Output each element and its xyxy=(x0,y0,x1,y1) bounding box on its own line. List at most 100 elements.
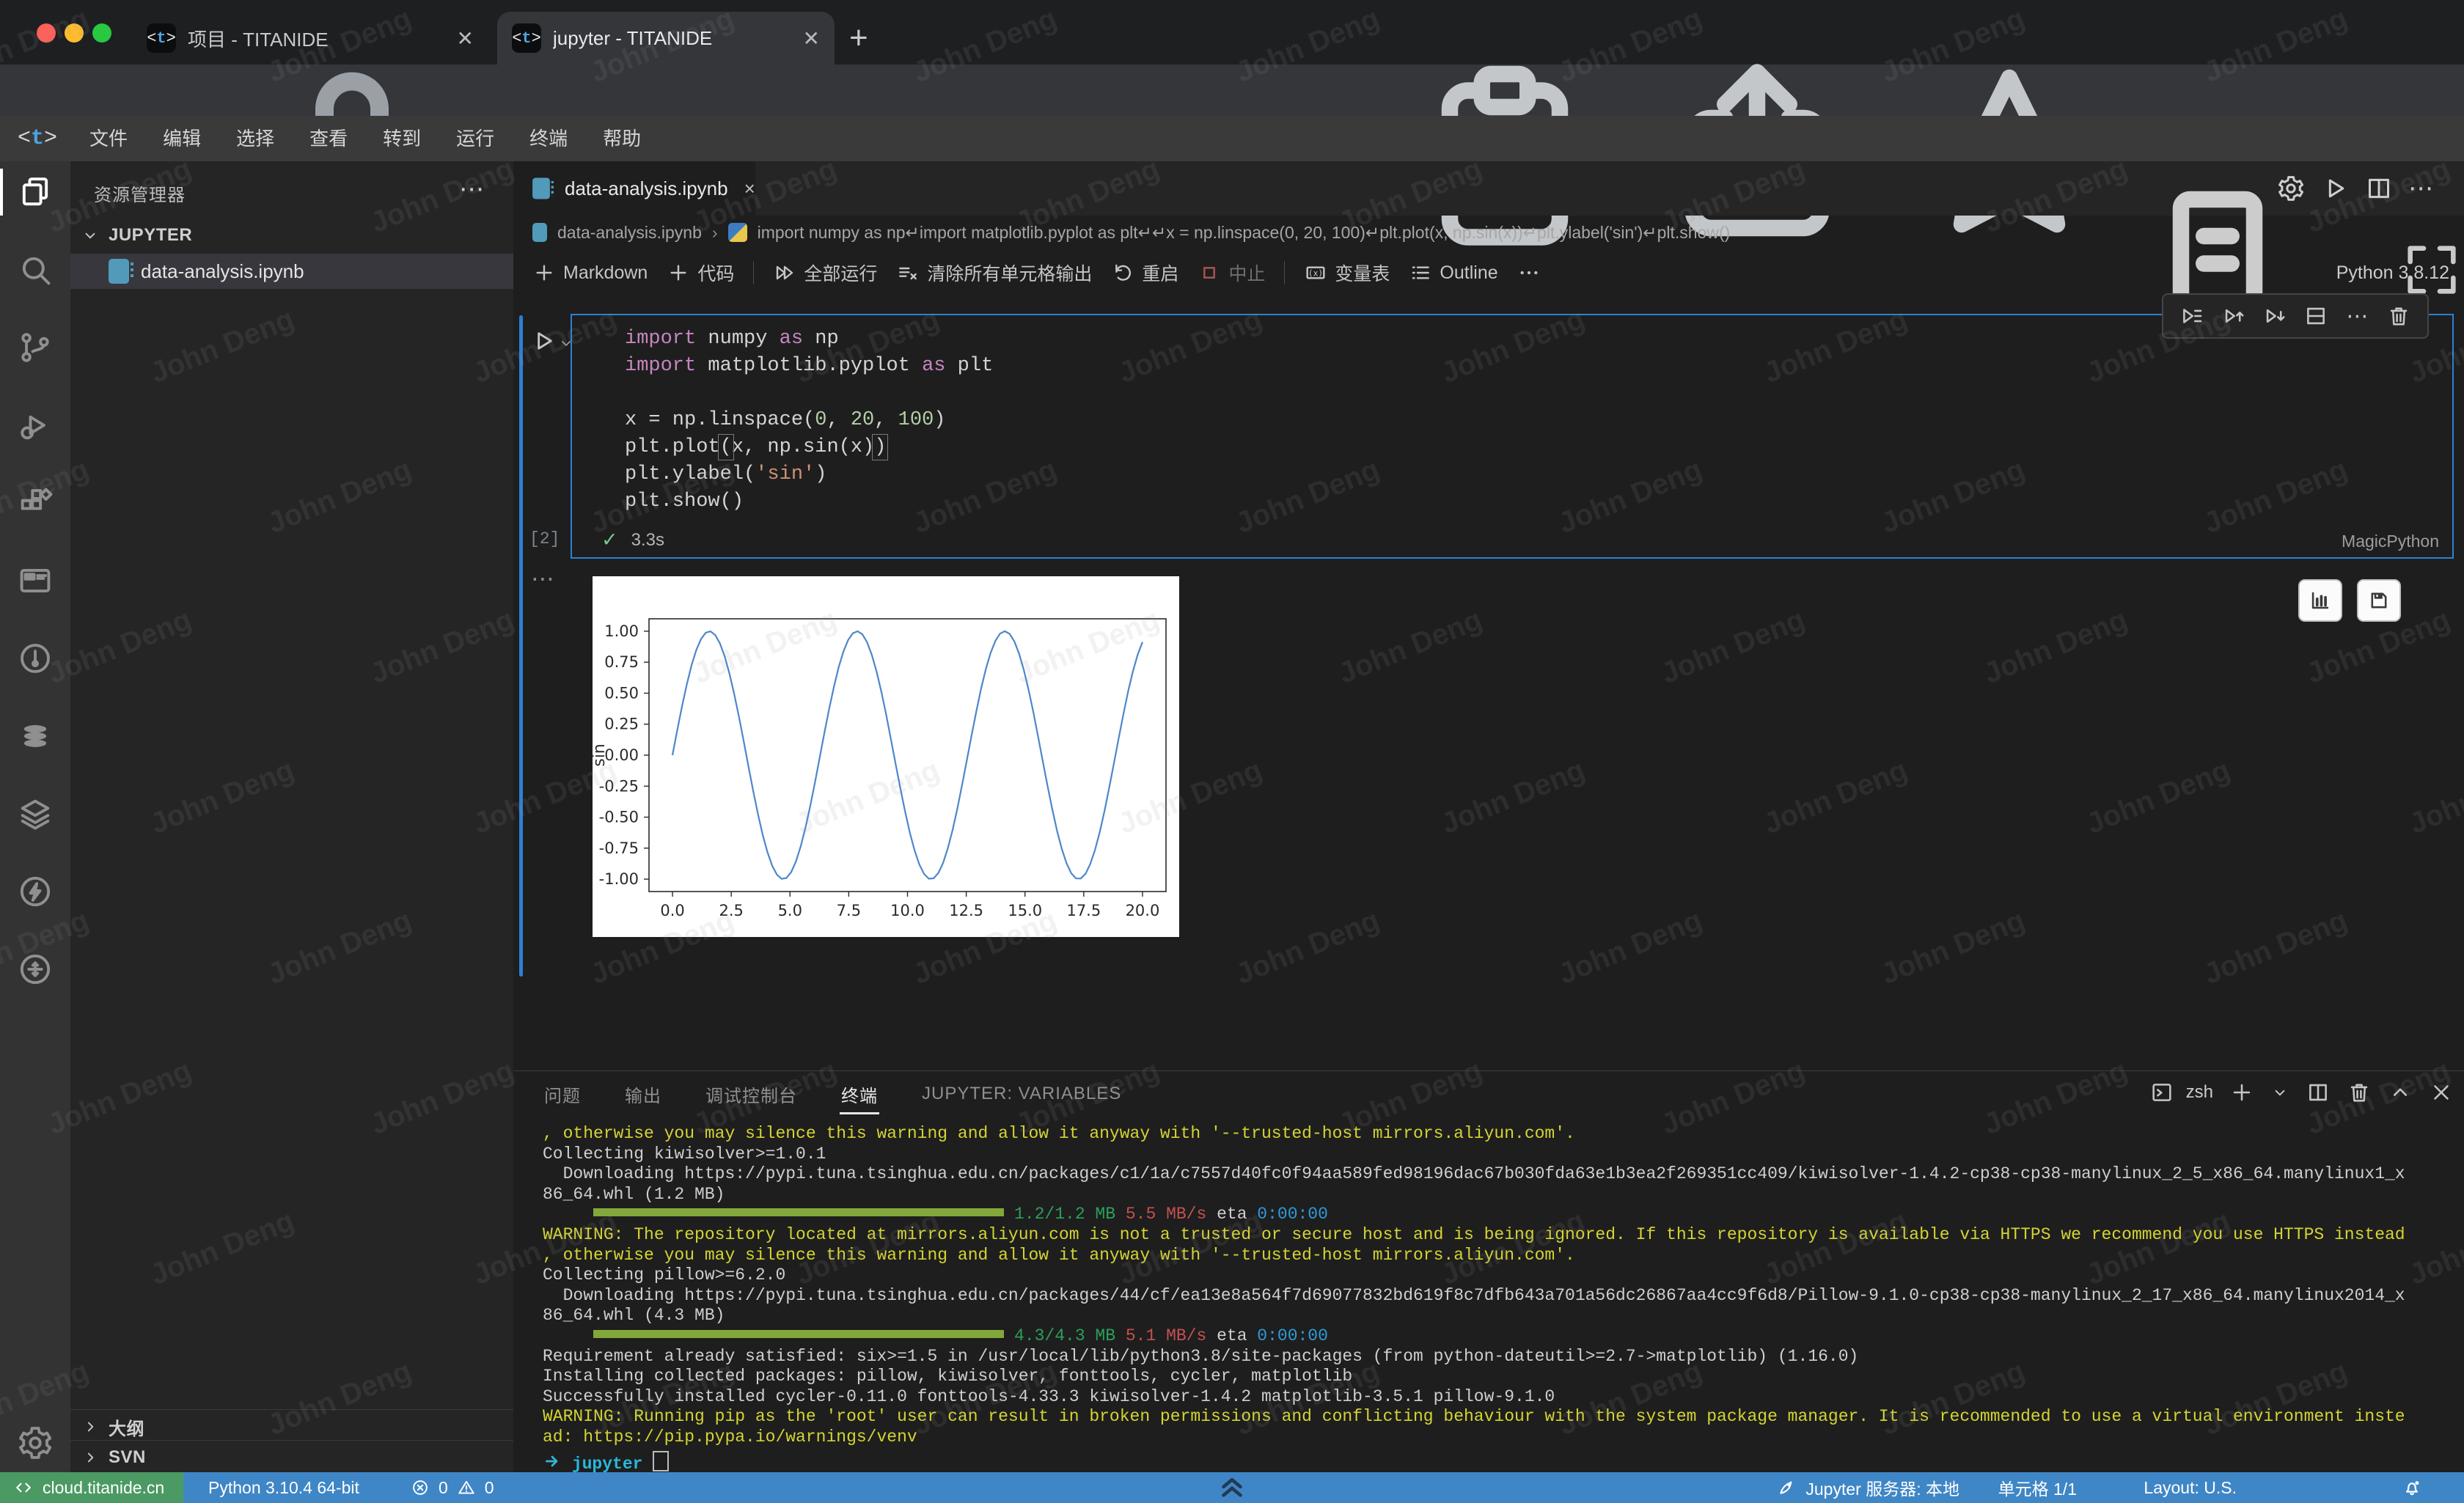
panel-tab[interactable]: JUPYTER: VARIABLES xyxy=(920,1073,1123,1114)
prompt-arrow-icon xyxy=(543,1452,562,1471)
maximize-panel-icon[interactable] xyxy=(2388,1080,2413,1105)
output-more-icon[interactable]: ⋯ xyxy=(531,565,556,592)
panel-tab[interactable]: 终端 xyxy=(840,1071,879,1117)
chevron-right-icon xyxy=(81,1448,100,1467)
tree-item-notebook[interactable]: data-analysis.ipynb xyxy=(70,254,513,289)
toolbar-变量表[interactable]: (x)变量表 xyxy=(1304,260,1390,286)
toolbar-中止[interactable]: 中止 xyxy=(1198,260,1265,286)
problems-indicator[interactable]: 0 0 xyxy=(411,1472,494,1503)
code-line: plt.plot(x, np.sin(x)) xyxy=(625,434,993,461)
code-cell[interactable]: import numpy as npimport matplotlib.pypl… xyxy=(571,314,2454,559)
run-above-icon[interactable] xyxy=(2221,304,2246,328)
section-svn[interactable]: SVN xyxy=(70,1440,513,1474)
jupyter-server-indicator[interactable]: Jupyter 服务器: 本地 xyxy=(1776,1472,1959,1503)
site-favicon: <t> xyxy=(147,23,176,53)
toolbar-清除所有单元格输出[interactable]: 清除所有单元格输出 xyxy=(896,260,1092,286)
menu-item[interactable]: 帮助 xyxy=(585,116,659,161)
explorer-sidebar: 资源管理器 ⋯ JUPYTER data-analysis.ipynb 大纲 S… xyxy=(70,161,513,1472)
menu-item[interactable]: 运行 xyxy=(439,116,512,161)
activity-item-settings-icon[interactable] xyxy=(16,1424,54,1462)
activity-item-source-control-icon[interactable] xyxy=(16,328,54,367)
cell-position[interactable]: 单元格 1/1 xyxy=(1998,1472,2077,1503)
run-by-line-icon[interactable] xyxy=(2179,304,2204,328)
zoom-window-button[interactable] xyxy=(92,23,111,43)
activity-item-search-icon[interactable] xyxy=(16,251,54,289)
close-window-button[interactable] xyxy=(37,23,56,43)
notifications-bell[interactable] xyxy=(2401,1472,2423,1503)
activity-item-runner-icon[interactable] xyxy=(16,639,54,677)
bottom-panel: 问题输出调试控制台终端 JUPYTER: VARIABLES zsh , othe… xyxy=(513,1070,2464,1473)
toolbar-代码[interactable]: 代码 xyxy=(667,260,734,286)
menu-item[interactable]: 文件 xyxy=(72,116,145,161)
menu-item[interactable]: 查看 xyxy=(292,116,365,161)
menu-item[interactable]: 选择 xyxy=(219,116,292,161)
remote-indicator[interactable]: cloud.titanide.cn xyxy=(0,1472,183,1503)
cell-more-icon[interactable]: ⋯ xyxy=(2344,304,2369,328)
editor-tab-notebook[interactable]: data-analysis.ipynb × xyxy=(513,161,755,216)
panel-tab[interactable]: 调试控制台 xyxy=(704,1071,799,1117)
section-jupyter[interactable]: JUPYTER xyxy=(70,218,513,252)
activity-item-extensions-icon[interactable] xyxy=(16,484,54,522)
new-tab-button[interactable]: + xyxy=(849,22,868,54)
error-icon xyxy=(411,1478,430,1497)
browser-tab[interactable]: <t> jupyter - TITANIDE ✕ xyxy=(497,12,835,65)
close-tab-icon[interactable]: × xyxy=(744,177,755,200)
watermark: John Deng xyxy=(2405,754,2464,841)
menu-item[interactable]: 转到 xyxy=(365,116,439,161)
terminal-line: ad: https://pip.pypa.io/warnings/venv xyxy=(543,1427,2449,1448)
activity-item-layers-icon[interactable] xyxy=(16,795,54,833)
run-below-icon[interactable] xyxy=(2262,304,2287,328)
section-outline[interactable]: 大纲 xyxy=(70,1409,513,1444)
panel-tab[interactable]: 问题 xyxy=(543,1071,582,1117)
watermark: John Deng xyxy=(1657,603,1809,691)
close-tab-icon[interactable]: ✕ xyxy=(803,26,820,51)
activity-item-remote-hub-icon[interactable] xyxy=(16,950,54,988)
menu-item[interactable]: 编辑 xyxy=(145,116,219,161)
split-cell-icon[interactable] xyxy=(2303,304,2328,328)
collapse-chevrons-icon[interactable] xyxy=(1214,1468,1250,1502)
activity-item-database-icon[interactable] xyxy=(16,717,54,755)
shell-name[interactable]: zsh xyxy=(2186,1082,2213,1103)
cell-language[interactable]: MagicPython xyxy=(2342,532,2439,551)
terminal-line: Installing collected packages: pillow, k… xyxy=(543,1367,2449,1387)
toolbar-重启[interactable]: 重启 xyxy=(1111,260,1178,286)
toolbar-Markdown[interactable]: Markdown xyxy=(532,261,648,284)
save-icon xyxy=(2366,588,2391,613)
terminal-line: Downloading https://pypi.tuna.tsinghua.e… xyxy=(543,1164,2449,1185)
toolbar-Outline[interactable]: Outline xyxy=(1409,261,1497,284)
save-output-icon[interactable] xyxy=(2357,579,2401,622)
activity-item-browser-preview-icon[interactable] xyxy=(16,562,54,600)
code-line: plt.ylabel('sin') xyxy=(625,461,993,488)
run-cell-icon[interactable] xyxy=(529,327,557,355)
cell-code[interactable]: import numpy as npimport matplotlib.pypl… xyxy=(625,326,993,515)
kill-terminal-icon[interactable] xyxy=(2347,1080,2372,1105)
cell-toolbar: ⋯ xyxy=(2162,293,2429,339)
split-editor-icon[interactable] xyxy=(2364,174,2394,203)
activity-item-run-debug-icon[interactable] xyxy=(16,406,54,444)
toolbar-more[interactable] xyxy=(1517,261,1541,284)
editor-more-icon[interactable]: ⋯ xyxy=(2408,174,2438,203)
panel-tab[interactable]: 输出 xyxy=(623,1071,663,1117)
change-presentation-icon[interactable] xyxy=(2298,579,2342,622)
python-version[interactable]: Python 3.10.4 64-bit xyxy=(208,1472,359,1503)
activity-item-lightning-icon[interactable] xyxy=(16,872,54,911)
delete-cell-icon[interactable] xyxy=(2386,304,2411,328)
svg-text:(x): (x) xyxy=(1308,268,1323,278)
activity-item-explorer-icon[interactable] xyxy=(16,173,54,211)
terminal-icon[interactable] xyxy=(2149,1080,2174,1105)
layout-indicator[interactable]: Layout: U.S. xyxy=(2144,1472,2237,1503)
terminal-dropdown-icon[interactable] xyxy=(2270,1080,2289,1105)
menu-item[interactable]: 终端 xyxy=(512,116,585,161)
new-terminal-icon[interactable] xyxy=(2229,1080,2254,1105)
sidebar-more-icon[interactable]: ⋯ xyxy=(459,174,484,204)
code-line: import matplotlib.pyplot as plt xyxy=(625,353,993,380)
svg-text:0.75: 0.75 xyxy=(604,653,639,671)
clear-outputs-icon xyxy=(896,261,920,284)
split-terminal-icon[interactable] xyxy=(2306,1080,2331,1105)
minimize-window-button[interactable] xyxy=(65,23,84,43)
terminal[interactable]: , otherwise you may silence this warning… xyxy=(543,1124,2449,1469)
kernel-picker[interactable]: Python 3.8.12 xyxy=(2108,249,2449,296)
toolbar-全部运行[interactable]: 全部运行 xyxy=(773,260,877,286)
svg-text:5.0: 5.0 xyxy=(778,902,802,919)
close-panel-icon[interactable] xyxy=(2429,1080,2454,1105)
